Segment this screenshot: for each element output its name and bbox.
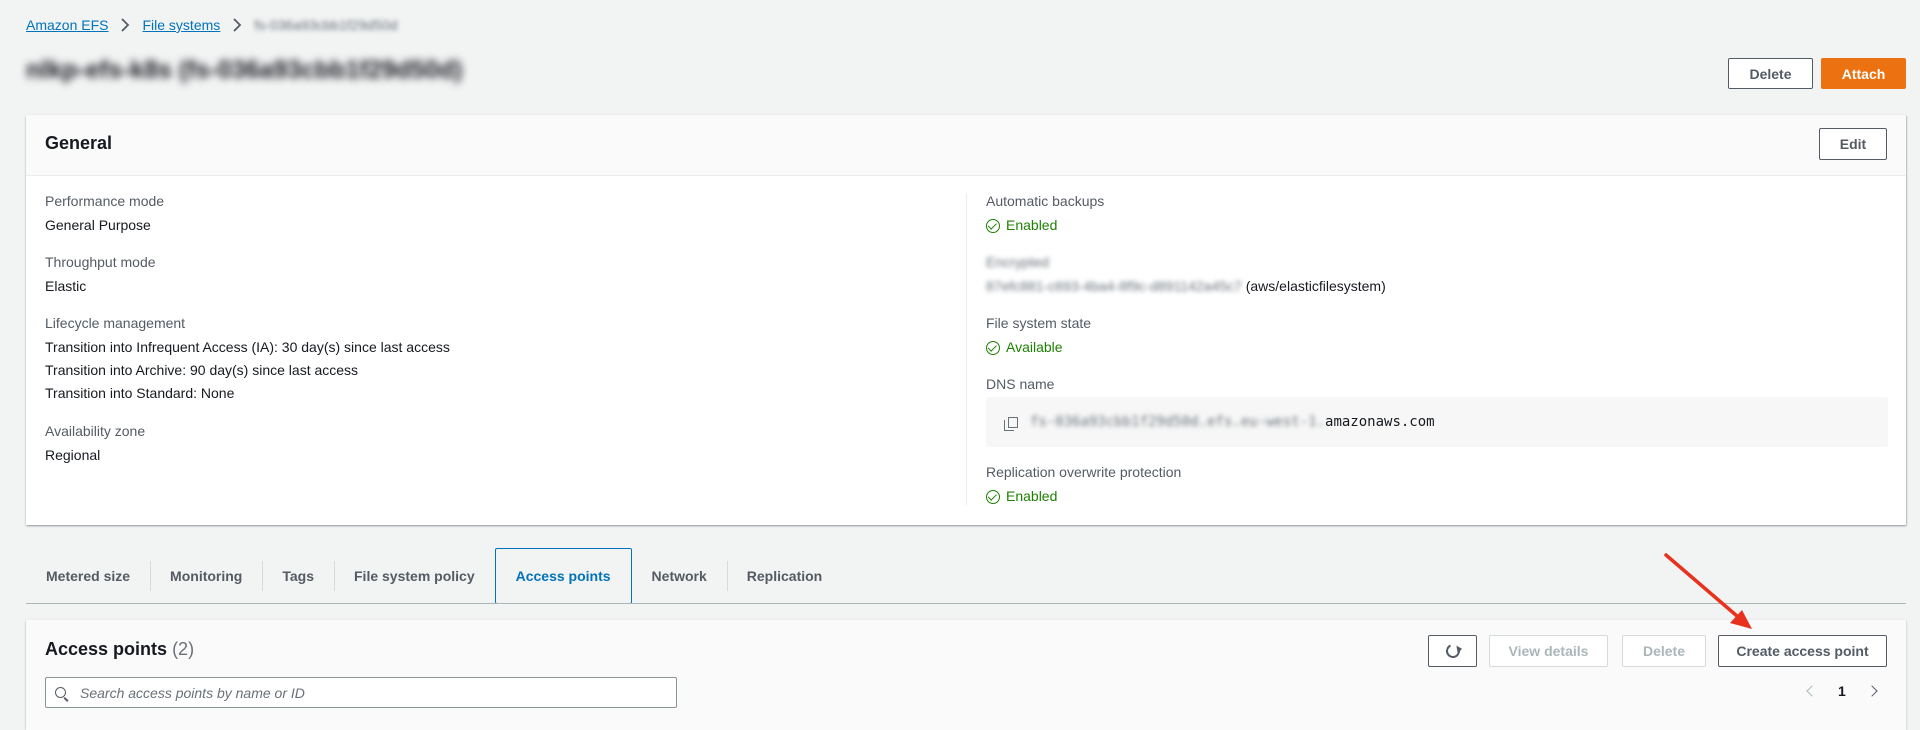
dns-name-suffix: amazonaws.com	[1325, 414, 1435, 430]
delete-file-system-button[interactable]: Delete	[1728, 58, 1813, 89]
check-circle-icon	[986, 489, 1000, 504]
encrypted-value: 87efc881-c693-4ba4-8f9c-d891142a45c7 (aw…	[986, 275, 1386, 298]
annotation-arrow-icon	[1664, 553, 1752, 629]
tab-replication[interactable]: Replication	[726, 548, 842, 604]
dns-name-label: DNS name	[986, 376, 1055, 392]
lifecycle-standard: Transition into Standard: None	[45, 385, 235, 401]
column-divider	[966, 193, 967, 505]
lifecycle-archive: Transition into Archive: 90 day(s) since…	[45, 362, 359, 378]
tab-underline	[26, 603, 1906, 604]
replication-protection-value: Enabled	[1006, 488, 1058, 504]
throughput-mode-value: Elastic	[45, 278, 87, 294]
chevron-right-icon[interactable]	[1866, 685, 1878, 697]
breadcrumb-file-systems[interactable]: File systems	[142, 17, 220, 33]
lifecycle-label: Lifecycle management	[45, 315, 186, 331]
fs-state-label: File system state	[986, 315, 1092, 331]
access-points-search[interactable]	[45, 677, 677, 708]
dns-name-prefix: fs-036a93cbb1f29d50d.efs.eu-west-1.	[1030, 414, 1326, 430]
check-circle-icon	[986, 340, 1000, 355]
tab-bar: Metered size Monitoring Tags File system…	[26, 548, 842, 604]
breadcrumb: Amazon EFS File systems fs-036a93cbb1f29…	[26, 14, 398, 36]
chevron-left-icon[interactable]	[1806, 685, 1818, 697]
chevron-right-icon	[232, 18, 242, 32]
replication-protection-status: Enabled	[986, 485, 1057, 508]
copy-icon[interactable]	[1004, 416, 1018, 431]
access-points-heading: Access points	[45, 639, 168, 659]
automatic-backups-status: Enabled	[986, 214, 1057, 237]
access-points-title: Access points (2)	[45, 639, 194, 660]
create-access-point-button[interactable]: Create access point	[1718, 635, 1887, 667]
performance-mode-label: Performance mode	[45, 193, 165, 209]
breadcrumb-current: fs-036a93cbb1f29d50d	[254, 17, 398, 33]
performance-mode-value: General Purpose	[45, 217, 151, 233]
kms-key-id: 87efc881-c693-4ba4-8f9c-d891142a45c7	[986, 278, 1242, 294]
fs-state-value: Available	[1006, 339, 1063, 355]
search-input[interactable]	[78, 683, 642, 702]
automatic-backups-value: Enabled	[1006, 217, 1058, 233]
tab-file-system-policy[interactable]: File system policy	[334, 548, 495, 604]
availability-zone-label: Availability zone	[45, 423, 146, 439]
general-panel: General Edit Performance mode General Pu…	[26, 115, 1906, 525]
general-panel-header: General Edit	[26, 115, 1906, 176]
pagination: 1	[1806, 683, 1878, 699]
view-details-button[interactable]: View details	[1489, 635, 1608, 667]
tab-monitoring[interactable]: Monitoring	[150, 548, 262, 604]
access-points-panel: Access points (2) View details Delete Cr…	[26, 620, 1906, 730]
search-icon	[55, 687, 66, 698]
check-circle-icon	[986, 218, 1000, 233]
delete-access-point-button[interactable]: Delete	[1622, 635, 1706, 667]
general-title: General	[45, 133, 113, 153]
tab-tags[interactable]: Tags	[262, 548, 334, 604]
availability-zone-value: Regional	[45, 447, 101, 463]
refresh-button[interactable]	[1428, 635, 1477, 667]
breadcrumb-amazon-efs[interactable]: Amazon EFS	[26, 17, 108, 33]
replication-protection-label: Replication overwrite protection	[986, 464, 1182, 480]
page-title: nlkp-efs-k8s (fs-036a93cbb1f29d50d)	[26, 56, 463, 84]
automatic-backups-label: Automatic backups	[986, 193, 1105, 209]
fs-state-status: Available	[986, 336, 1063, 359]
chevron-right-icon	[120, 18, 130, 32]
tab-network[interactable]: Network	[632, 548, 727, 604]
tab-metered-size[interactable]: Metered size	[26, 548, 150, 604]
refresh-icon	[1443, 642, 1462, 660]
access-points-count: (2)	[172, 639, 195, 659]
dns-name-box: fs-036a93cbb1f29d50d.efs.eu-west-1. amazo…	[986, 397, 1888, 447]
throughput-mode-label: Throughput mode	[45, 254, 156, 270]
lifecycle-ia: Transition into Infrequent Access (IA): …	[45, 339, 450, 355]
kms-key-alias: (aws/elasticfilesystem)	[1245, 278, 1386, 294]
attach-button[interactable]: Attach	[1821, 58, 1906, 89]
tab-access-points[interactable]: Access points	[494, 548, 632, 604]
encrypted-label: Encrypted	[986, 254, 1050, 270]
edit-button[interactable]: Edit	[1819, 128, 1887, 160]
page-number[interactable]: 1	[1838, 683, 1846, 699]
